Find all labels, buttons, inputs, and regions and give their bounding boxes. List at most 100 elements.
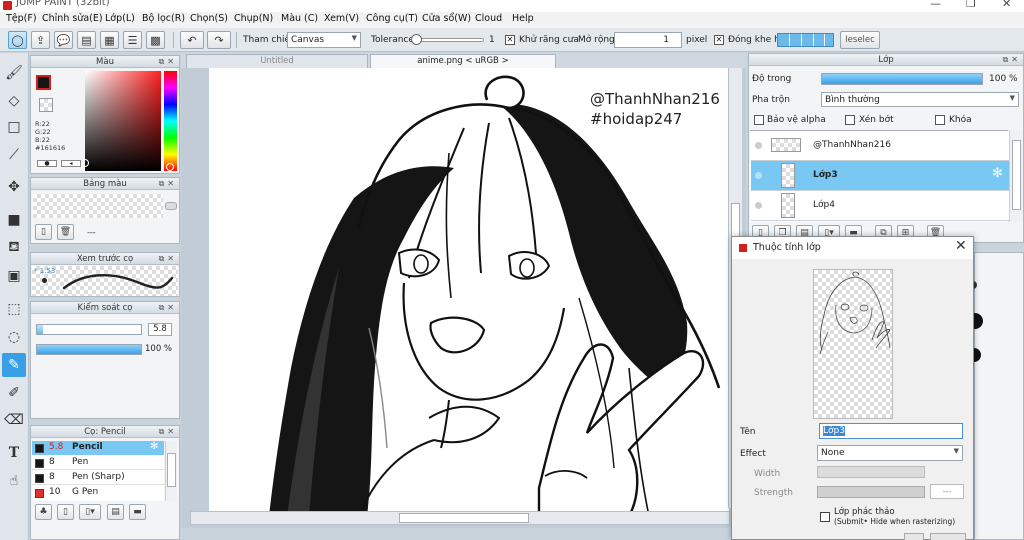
artwork-canvas[interactable]: @ThanhNhan216 #hoidap247 xyxy=(209,68,729,516)
select-brush-tool[interactable]: ⌫ xyxy=(2,408,26,432)
secondary-color-swatch[interactable] xyxy=(39,98,53,112)
protect-alpha-checkbox[interactable] xyxy=(754,115,764,125)
hue-slider[interactable] xyxy=(164,71,177,171)
export-button[interactable]: ⇪ xyxy=(31,31,50,49)
rect-select-tool[interactable]: ⬚ xyxy=(2,297,26,321)
close-icon[interactable]: ✕ xyxy=(955,238,967,254)
menu-cloud[interactable]: Cloud xyxy=(475,13,502,24)
move-tool[interactable]: ✥ xyxy=(2,175,26,199)
redo-button[interactable]: ↷ xyxy=(207,31,231,49)
swatch-scroll-handle[interactable] xyxy=(165,202,177,210)
brush-size-value[interactable]: 5.8 xyxy=(148,323,172,336)
canvas-area[interactable]: @ThanhNhan216 #hoidap247 xyxy=(181,68,746,528)
brush-list-scroll-thumb[interactable] xyxy=(167,453,176,487)
dialog-cancel-button[interactable] xyxy=(930,533,966,540)
dialog-ok-button[interactable] xyxy=(904,533,924,540)
text-box-button[interactable]: ▤ xyxy=(77,31,96,49)
menu-filter[interactable]: Bộ lọc(R) xyxy=(142,13,185,24)
sketch-layer-checkbox[interactable] xyxy=(820,512,830,522)
select-eraser-tool[interactable]: ✐ xyxy=(2,381,26,405)
undo-button[interactable]: ↶ xyxy=(180,31,204,49)
strength-slider[interactable] xyxy=(817,486,925,498)
strength-value[interactable]: --- xyxy=(930,484,964,499)
gear-icon[interactable]: ✻ xyxy=(992,166,1003,181)
reference-select[interactable]: Canvas ▼ xyxy=(287,32,361,48)
lasso-select-button[interactable]: ◯ xyxy=(8,31,27,49)
swatch-grid[interactable] xyxy=(33,194,163,218)
panel-controls-icon[interactable]: ⧉✕ xyxy=(159,426,177,438)
layer-scroll-thumb[interactable] xyxy=(1012,140,1021,210)
list-button[interactable]: ☰ xyxy=(123,31,142,49)
hue-slider-thumb[interactable] xyxy=(166,163,174,171)
brush-list-scrollbar[interactable] xyxy=(165,441,177,501)
gradient-tool[interactable]: ▣ xyxy=(2,264,26,288)
saturation-value-picker[interactable] xyxy=(81,71,161,171)
document-button[interactable]: ▦ xyxy=(100,31,119,49)
panel-controls-icon[interactable]: ⧉✕ xyxy=(159,56,177,68)
hand-tool[interactable]: ☝ xyxy=(2,469,26,493)
brush-folder-button[interactable]: ▬ xyxy=(129,504,146,520)
brush-export-button[interactable]: ▤ xyxy=(107,504,124,520)
close-icon[interactable]: ✕ xyxy=(1002,0,1011,10)
menu-tools[interactable]: Công cụ(T) xyxy=(366,13,418,24)
menu-select[interactable]: Chọn(S) xyxy=(190,13,228,24)
minimize-icon[interactable]: — xyxy=(930,0,941,10)
deselect-button[interactable]: Ieselec xyxy=(840,31,880,49)
brush-item-g-pen[interactable]: 10 G Pen xyxy=(32,486,164,500)
layer-list-scrollbar[interactable] xyxy=(1009,130,1023,222)
delete-swatch-button[interactable]: 🗑 xyxy=(57,224,74,240)
new-swatch-button[interactable]: ▯ xyxy=(35,224,52,240)
effect-select[interactable]: None ▼ xyxy=(817,445,963,461)
line-tool[interactable]: ⟋ xyxy=(2,143,26,167)
lock-checkbox[interactable] xyxy=(935,115,945,125)
menu-color[interactable]: Màu (C) xyxy=(281,13,318,24)
blend-mode-select[interactable]: Bình thường ▼ xyxy=(821,92,1019,107)
pen-select-tool[interactable]: ✎ xyxy=(2,353,26,377)
tolerance-slider-thumb[interactable] xyxy=(411,34,422,45)
brush-item-pencil[interactable]: 5.8 Pencil ✻ xyxy=(32,441,164,455)
menu-layer[interactable]: Lớp(L) xyxy=(105,13,135,24)
menu-help[interactable]: Help xyxy=(512,13,534,24)
color-history-button[interactable]: ◂ xyxy=(61,160,81,167)
color-mode-button[interactable]: ● xyxy=(37,160,57,167)
layer-row-lop4[interactable]: Lớp4 xyxy=(751,191,1009,221)
tolerance-slider[interactable] xyxy=(411,34,484,45)
visibility-icon[interactable] xyxy=(755,142,762,149)
close-gap-strength[interactable] xyxy=(777,33,834,47)
eraser-tool[interactable]: ◇ xyxy=(2,89,26,113)
visibility-icon[interactable] xyxy=(755,202,762,209)
menu-window[interactable]: Cửa sổ(W) xyxy=(422,13,471,24)
brush-copy-button[interactable]: ▯▾ xyxy=(79,504,101,520)
menu-file[interactable]: Tệp(F) xyxy=(6,13,37,24)
bucket-tool[interactable]: ⛾ xyxy=(2,236,26,260)
gear-icon[interactable]: ✻ xyxy=(150,441,158,452)
menu-capture[interactable]: Chụp(N) xyxy=(234,13,273,24)
tab-anime[interactable]: anime.png < uRGB > xyxy=(370,54,556,68)
expand-input[interactable]: 1 xyxy=(614,32,682,48)
brush-tool[interactable]: 🖌 xyxy=(2,61,26,85)
layer-name-input[interactable]: Lớp3 xyxy=(819,423,963,439)
color-picker-cursor[interactable] xyxy=(81,159,89,167)
layer-opacity-slider[interactable] xyxy=(821,73,983,85)
tab-untitled[interactable]: Untitled xyxy=(186,54,368,68)
new-brush-button[interactable]: ▯ xyxy=(57,504,74,520)
panel-controls-icon[interactable]: ⧉✕ xyxy=(159,178,177,190)
maximize-icon[interactable]: ❐ xyxy=(966,0,976,10)
visibility-icon[interactable] xyxy=(755,172,762,179)
panel-controls-icon[interactable]: ⧉✕ xyxy=(159,253,177,265)
rectangle-tool[interactable]: □ xyxy=(2,115,26,139)
layer-row-lop3[interactable]: Lớp3 ✻ xyxy=(751,161,1009,191)
close-gap-checkbox[interactable]: ✕ xyxy=(714,35,724,45)
text-tool[interactable]: T xyxy=(2,441,26,465)
menu-edit[interactable]: Chỉnh sửa(E) xyxy=(42,13,103,24)
brush-item-pen[interactable]: 8 Pen xyxy=(32,456,164,470)
brush-opacity-slider[interactable] xyxy=(36,344,142,355)
panel-controls-icon[interactable]: ⧉✕ xyxy=(159,302,177,314)
brush-size-slider[interactable] xyxy=(36,324,142,335)
primary-color-swatch[interactable] xyxy=(36,75,51,90)
canvas-horizontal-scrollbar[interactable] xyxy=(190,511,730,525)
fill-rect-tool[interactable]: ■ xyxy=(2,208,26,232)
width-slider[interactable] xyxy=(817,466,925,478)
layer-row-watermark[interactable]: @ThanhNhan216 xyxy=(751,131,1009,161)
lasso-tool[interactable]: ◌ xyxy=(2,325,26,349)
